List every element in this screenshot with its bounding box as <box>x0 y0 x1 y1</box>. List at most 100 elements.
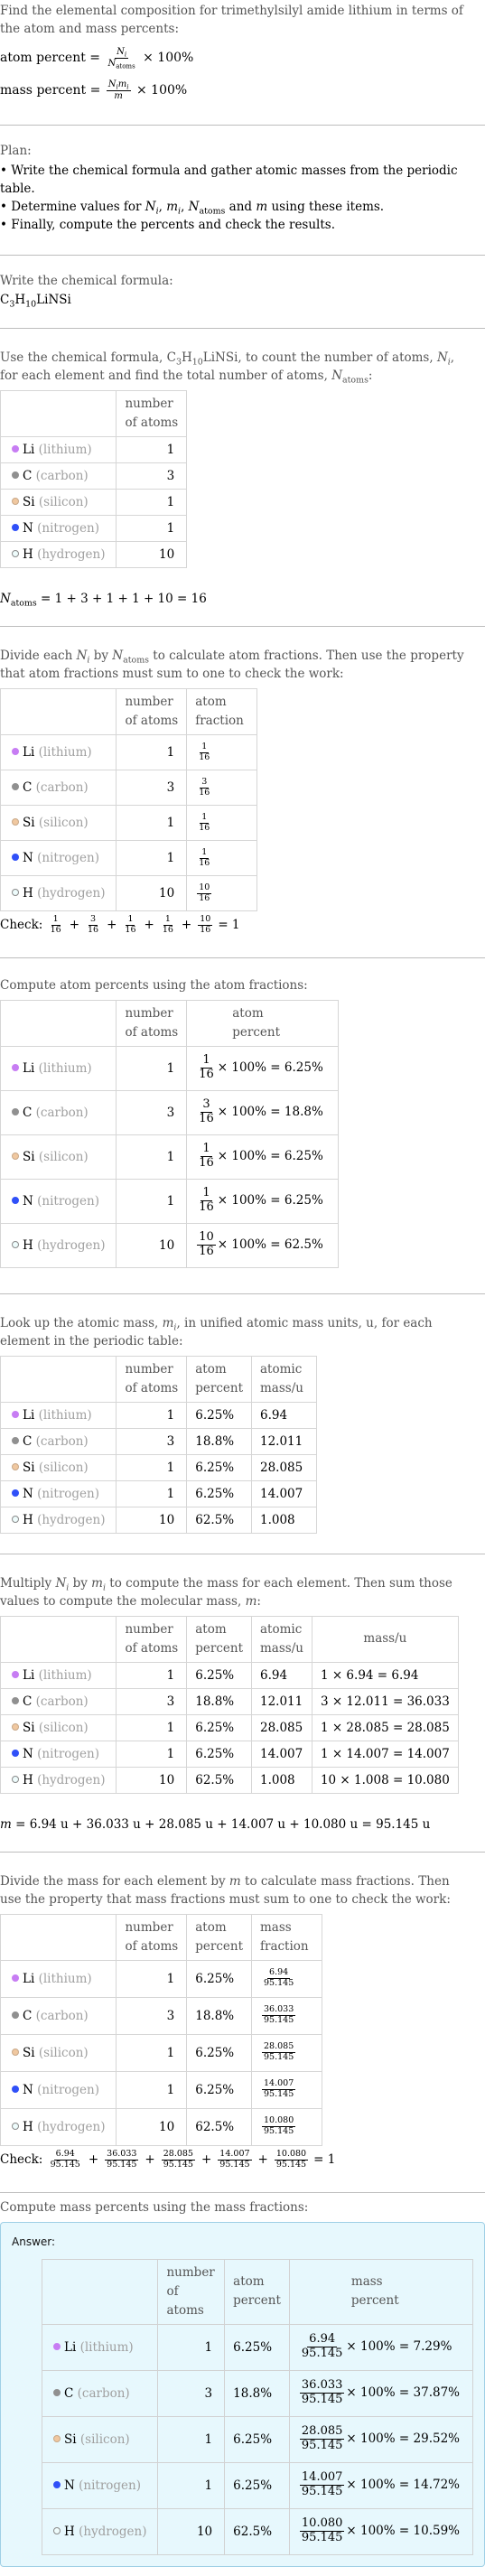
element-color-dot-icon <box>12 550 19 557</box>
mass-fraction-table: number of atoms atom percent mass fraction … <box>0 1913 322 2146</box>
element-color-dot-icon <box>12 1436 19 1444</box>
mass-percent-calc: 6.94 95.145 × 100% = 7.29% <box>288 2323 474 2371</box>
atom-count: 1 <box>157 2323 226 2371</box>
mass-fraction-check: Check: 6.94 95.145 +36.033 95.145 +28.085 95.… <box>0 2148 336 2170</box>
atomic-mass-section: Look up the atomic mass, mi, in unified … <box>0 1294 485 1534</box>
table-row: N (nitrogen) 1 6.25% 14.007 95.145 <box>0 2070 322 2109</box>
element-color-dot-icon <box>12 524 19 531</box>
mass-percent-fraction: Nimi m <box>106 79 131 101</box>
element-cell: Si (silicon) <box>0 2033 117 2072</box>
atom-count: 3 <box>116 1996 188 2035</box>
fraction: 3 16 <box>88 914 99 935</box>
mass-fraction: 36.033 95.145 <box>251 1996 322 2035</box>
element-name: (nitrogen) <box>37 1486 99 1501</box>
element-color-dot-icon <box>12 818 19 826</box>
element-color-dot-icon <box>12 1775 19 1783</box>
fraction: 36.033 95.145 <box>299 2378 345 2407</box>
plus-sign: + <box>144 918 154 933</box>
element-symbol: C <box>23 1105 33 1120</box>
element-cell: Li (lithium) <box>0 436 117 463</box>
element-cell: Li (lithium) <box>0 1661 117 1689</box>
fraction: 14.007 95.145 <box>299 2470 345 2499</box>
header-mass-percent: mass percent <box>288 2258 474 2325</box>
fraction: 10.080 95.145 <box>262 2115 296 2137</box>
header-mass-fraction: mass fraction <box>251 1913 322 1961</box>
element-color-dot-icon <box>12 1462 19 1470</box>
element-name: (hydrogen) <box>37 2119 106 2134</box>
element-name: (silicon) <box>79 2431 130 2447</box>
atom-percent: 6.25% <box>186 1740 252 1768</box>
mass-intro: Multiply Ni by mi to compute the mass fo… <box>0 1575 452 1609</box>
element-symbol: C <box>23 469 33 483</box>
table-row: Li (lithium) 1 6.25% 6.94 1 × 6.94 = 6.94 <box>0 1661 459 1689</box>
mass-fraction: 28.085 95.145 <box>251 2033 322 2072</box>
element-cell: C (carbon) <box>0 1427 117 1455</box>
answer-label: Answer: <box>12 2235 56 2248</box>
element-name: (silicon) <box>38 495 89 509</box>
atomic-mass: 12.011 <box>251 1687 312 1715</box>
atom-count: 3 <box>157 2369 226 2417</box>
atom-percent: 6.25% <box>186 1401 252 1429</box>
fraction: 3 16 <box>199 776 210 798</box>
element-color-dot-icon <box>53 2388 61 2396</box>
atom-percent-calc: 1 16 × 100% = 6.25% <box>186 1178 339 1224</box>
atom-percent: 6.25% <box>224 2461 290 2509</box>
plus-sign: + <box>181 918 192 933</box>
element-symbol: Li <box>23 1407 35 1423</box>
header-atom-percent: atom percent <box>186 1615 252 1663</box>
element-symbol: C <box>23 1694 33 1709</box>
element-symbol: Li <box>23 1667 35 1683</box>
element-color-dot-icon <box>12 1063 19 1071</box>
mass-fraction-section: Divide the mass for each element by m to… <box>0 1853 485 2170</box>
plan-list: • Write the chemical formula and gather … <box>0 162 485 234</box>
atom-fraction: 3 16 <box>186 770 257 806</box>
atom-count: 10 <box>116 1222 188 1268</box>
table-row: Si (silicon) 1 1 16 × 100% = 6.25% <box>0 1134 339 1180</box>
element-symbol: H <box>23 1237 33 1253</box>
element-cell: H (hydrogen) <box>0 541 117 568</box>
plus-sign: + <box>88 2152 99 2168</box>
table-row: H (hydrogen) 10 <box>0 541 188 568</box>
element-cell: C (carbon) <box>0 462 117 490</box>
header-mass: mass/u <box>311 1615 459 1663</box>
element-color-dot-icon <box>12 1107 19 1115</box>
element-name: (hydrogen) <box>37 886 106 901</box>
element-cell: C (carbon) <box>0 1996 117 2035</box>
fraction: 10 16 <box>197 1230 216 1259</box>
table-row: Si (silicon) 1 <box>0 489 188 516</box>
element-name: (lithium) <box>38 1407 92 1423</box>
fraction: 6.94 95.145 <box>50 2148 80 2170</box>
atom-percent: 6.25% <box>186 1959 252 1998</box>
mass-percent-calc: 36.033 95.145 × 100% = 37.87% <box>288 2369 474 2417</box>
table-row: H (hydrogen) 10 10 16 × 100% = 62.5% <box>0 1222 339 1268</box>
element-cell: Si (silicon) <box>0 1453 117 1481</box>
element-symbol: Si <box>23 495 35 509</box>
element-symbol: C <box>23 780 33 795</box>
element-name: (silicon) <box>38 1149 89 1164</box>
atom-count: 1 <box>116 1713 188 1741</box>
atom-percent: 6.25% <box>186 1713 252 1741</box>
table-row: Li (lithium) 1 1 16 <box>0 734 257 770</box>
element-color-dot-icon <box>12 498 19 505</box>
element-cell: Si (silicon) <box>0 1134 117 1180</box>
atom-count: 10 <box>157 2507 226 2555</box>
mass-percent-formula: mass percent = Nimi m × 100% <box>0 79 188 101</box>
mass-calc: 1 × 14.007 = 14.007 <box>311 1740 459 1768</box>
atom-percent-table: number of atoms atom percent Li (lithium) 1… <box>0 999 339 1268</box>
plus-sign: + <box>201 2152 212 2168</box>
element-color-dot-icon <box>12 748 19 755</box>
answer-box: Answer: number of atoms atom percent mass p… <box>0 2221 485 2567</box>
element-cell: H (hydrogen) <box>0 875 117 911</box>
atom-percent: 6.25% <box>186 2033 252 2072</box>
atom-percent: 18.8% <box>186 1427 252 1455</box>
element-symbol: H <box>23 886 33 901</box>
plus-sign: + <box>107 918 117 933</box>
atom-fraction: 1 16 <box>186 805 257 841</box>
molecular-mass-equation: m = 6.94 u + 36.033 u + 28.085 u + 14.00… <box>0 1816 431 1832</box>
element-symbol: N <box>23 1193 33 1209</box>
element-cell: Li (lithium) <box>0 1959 117 1998</box>
table-row: N (nitrogen) 1 6.25% 14.007 1 × 14.007 = 14.… <box>0 1740 459 1768</box>
plan-title: Plan: <box>0 144 32 158</box>
plan-item: • Write the chemical formula and gather … <box>0 163 458 196</box>
element-cell: N (nitrogen) <box>0 1178 117 1224</box>
